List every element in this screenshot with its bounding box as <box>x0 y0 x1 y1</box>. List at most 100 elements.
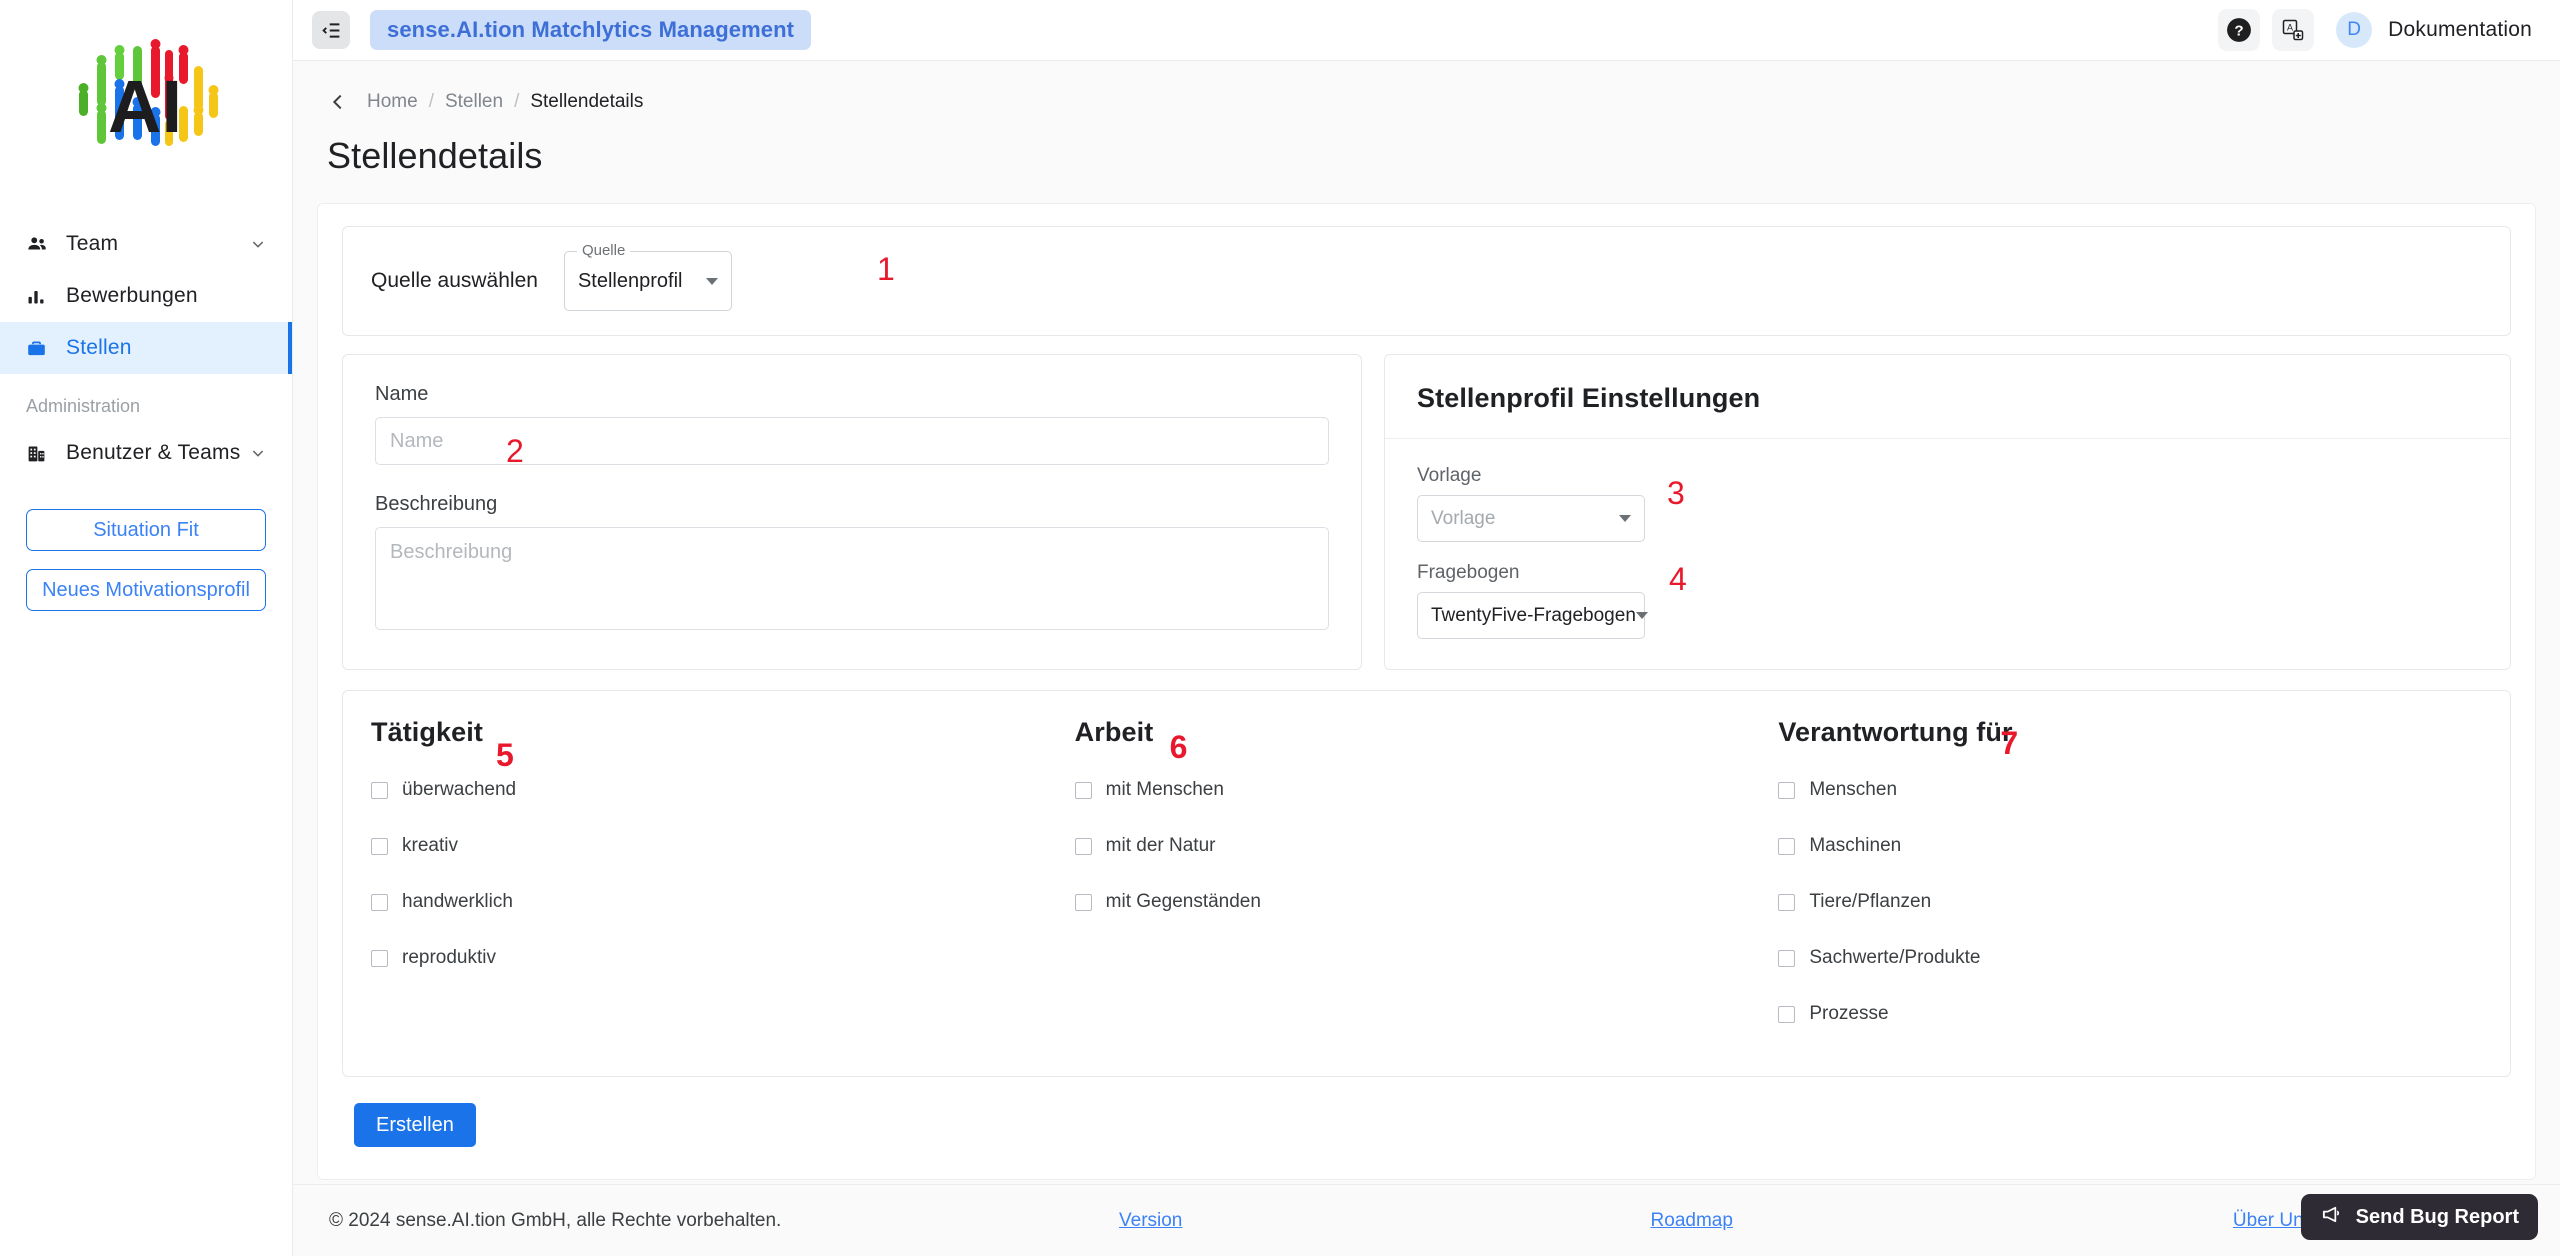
neues-motivationsprofil-button[interactable]: Neues Motivationsprofil <box>26 569 266 611</box>
checkbox-icon[interactable] <box>1074 781 1092 799</box>
sidebar-section-label: Administration <box>26 396 141 416</box>
checkbox-icon[interactable] <box>1778 893 1796 911</box>
checkbox-row[interactable]: mit Gegenständen <box>1074 874 1779 930</box>
page-title: Stellendetails <box>327 135 543 176</box>
sidebar: AI Team Bewerbungen Stellen Administrati… <box>0 0 293 1256</box>
checkbox-icon[interactable] <box>371 837 388 855</box>
bar-chart-icon <box>26 286 56 306</box>
checkbox-row[interactable]: Sachwerte/Produkte <box>1778 930 2482 986</box>
checkbox-row[interactable]: Prozesse <box>1778 986 2482 1042</box>
chevron-down-icon[interactable] <box>250 445 266 461</box>
checkbox-label: mit Gegenständen <box>1105 891 1261 912</box>
checkbox-icon[interactable] <box>371 893 388 911</box>
checkbox-row[interactable]: Tiere/Pflanzen <box>1778 874 2482 930</box>
svg-text:A: A <box>2287 23 2293 33</box>
checkbox-group-title: Verantwortung für 7 <box>1778 717 2018 759</box>
beschreibung-textarea[interactable] <box>375 527 1329 630</box>
basisdaten-card: Name 2 Beschreibung <box>342 354 1362 670</box>
fragebogen-label: Fragebogen <box>1417 562 1520 583</box>
settings-title: Stellenprofil Einstellungen <box>1385 355 2510 439</box>
building-icon <box>26 443 56 464</box>
checkbox-group-title: Tätigkeit 5 <box>371 717 514 771</box>
checkbox-row[interactable]: Maschinen <box>1778 818 2482 874</box>
translate-icon[interactable]: A <box>2272 9 2315 51</box>
megaphone-icon <box>2320 1203 2343 1232</box>
checkbox-icon[interactable] <box>1778 1005 1796 1023</box>
sidebar-item-stellen[interactable]: Stellen <box>0 322 292 374</box>
sidebar-item-label: Bewerbungen <box>66 284 198 307</box>
checkbox-label: Sachwerte/Produkte <box>1809 947 1981 968</box>
checkbox-icon[interactable] <box>371 781 388 799</box>
breadcrumb: Home / Stellen / Stellendetails <box>317 85 2536 119</box>
sidebar-item-benutzer-teams[interactable]: Benutzer & Teams <box>0 427 292 479</box>
sidebar-item-bewerbungen[interactable]: Bewerbungen <box>0 270 292 322</box>
breadcrumb-separator: / <box>428 91 434 112</box>
checkbox-row[interactable]: mit Menschen <box>1074 762 1779 818</box>
checkbox-group-title: Arbeit 6 <box>1074 717 1188 763</box>
checkbox-group-arbeit: Arbeit 6 mit Menschen mit der Natur mit … <box>1074 717 1779 1042</box>
checkbox-icon[interactable] <box>1074 837 1092 855</box>
checkbox-icon[interactable] <box>1778 837 1796 855</box>
senseaition-logo-icon: AI <box>78 39 219 148</box>
chevron-down-icon <box>1619 515 1631 522</box>
fragebogen-select[interactable]: TwentyFive-Fragebogen <box>1417 592 1648 639</box>
roadmap-link[interactable]: Roadmap <box>1651 1210 1733 1232</box>
submit-row: Erstellen <box>342 1077 2511 1155</box>
checkbox-label: überwachend <box>402 779 517 800</box>
avatar[interactable]: D <box>2336 12 2373 48</box>
breadcrumb-separator: / <box>514 91 520 112</box>
checkbox-label: reproduktiv <box>402 947 496 968</box>
middle-row: Name 2 Beschreibung Stellenprofil Einste… <box>342 354 2511 670</box>
annotation-7: 7 <box>2000 725 2019 761</box>
send-bug-report-button[interactable]: Send Bug Report <box>2300 1194 2538 1240</box>
situation-fit-button[interactable]: Situation Fit <box>26 509 266 551</box>
sidebar-item-team[interactable]: Team <box>0 218 292 270</box>
breadcrumb-item-stellen[interactable]: Stellen <box>445 91 503 113</box>
annotation-2: 2 <box>506 433 524 469</box>
name-label: Name <box>375 383 429 405</box>
erstellen-button[interactable]: Erstellen <box>354 1103 476 1147</box>
copyright-text: © 2024 sense.AI.tion GmbH, alle Rechte v… <box>329 1209 782 1231</box>
checkbox-row[interactable]: überwachend <box>371 762 1075 818</box>
people-icon <box>26 233 56 255</box>
vorlage-select[interactable]: Vorlage <box>1417 495 1645 542</box>
send-bug-report-label: Send Bug Report <box>2355 1205 2519 1228</box>
checkbox-row[interactable]: handwerklich <box>371 874 1075 930</box>
chevron-down-icon <box>705 277 718 285</box>
annotation-1: 1 <box>877 251 895 287</box>
checkbox-row[interactable]: kreativ <box>371 818 1075 874</box>
sidebar-item-label: Benutzer & Teams <box>66 441 241 464</box>
checkbox-label: kreativ <box>402 835 458 856</box>
chevron-down-icon[interactable] <box>250 236 266 252</box>
stellendetails-panel: Quelle auswählen Quelle Stellenprofil 1 … <box>317 203 2536 1180</box>
checkbox-group-title-text: Tätigkeit <box>371 717 483 747</box>
annotation-6: 6 <box>1169 729 1188 765</box>
checkbox-icon[interactable] <box>1778 949 1796 967</box>
annotation-4: 4 <box>1669 561 1687 597</box>
quelle-select[interactable]: Quelle Stellenprofil <box>563 242 732 311</box>
quelle-select-value: Stellenprofil <box>577 269 683 292</box>
checkbox-group-title-text: Arbeit <box>1074 717 1154 747</box>
checkbox-row[interactable]: reproduktiv <box>371 930 1075 986</box>
user-label[interactable]: Dokumentation <box>2388 18 2532 42</box>
logo-container[interactable]: AI <box>0 0 292 218</box>
checkbox-row[interactable]: mit der Natur <box>1074 818 1779 874</box>
checkbox-row[interactable]: Menschen <box>1778 762 2482 818</box>
annotation-5: 5 <box>496 737 514 773</box>
briefcase-icon <box>26 338 56 359</box>
chevron-left-icon[interactable] <box>327 91 349 113</box>
version-link[interactable]: Version <box>1119 1210 1182 1232</box>
checkbox-icon[interactable] <box>1074 893 1092 911</box>
checkbox-icon[interactable] <box>1778 781 1796 799</box>
help-circle-icon[interactable]: ? <box>2218 9 2261 51</box>
checkbox-label: Tiere/Pflanzen <box>1809 891 1932 912</box>
checkbox-icon[interactable] <box>371 949 388 967</box>
checkbox-group-taetigkeit: Tätigkeit 5 überwachend kreativ handwerk… <box>371 717 1075 1042</box>
breadcrumb-item-home[interactable]: Home <box>367 91 418 113</box>
sidebar-item-label: Team <box>66 232 119 255</box>
settings-body: Vorlage Vorlage 3 Fragebogen TwentyFive-… <box>1385 439 2510 669</box>
topbar: sense.AI.tion Matchlytics Management ? A… <box>293 0 2560 61</box>
vorlage-select-value: Vorlage <box>1431 507 1496 529</box>
select-spacer <box>1417 542 2478 562</box>
collapse-sidebar-icon[interactable] <box>312 11 350 49</box>
